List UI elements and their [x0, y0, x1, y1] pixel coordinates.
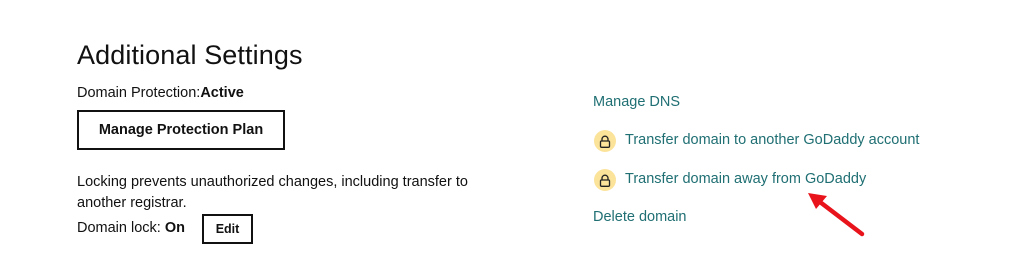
annotation-arrow	[808, 193, 865, 237]
edit-domain-lock-button[interactable]: Edit	[202, 214, 253, 244]
manage-protection-plan-button[interactable]: Manage Protection Plan	[77, 110, 285, 150]
domain-lock-label: Domain lock:	[77, 220, 161, 236]
transfer-to-another-account-link[interactable]: Transfer domain to another GoDaddy accou…	[625, 132, 919, 148]
manage-dns-link[interactable]: Manage DNS	[593, 94, 680, 110]
domain-protection-label: Domain Protection:	[77, 85, 201, 101]
domain-lock-status: Domain lock: On	[77, 220, 185, 236]
delete-domain-link[interactable]: Delete domain	[593, 209, 687, 225]
domain-protection-value: Active	[200, 85, 244, 101]
lock-icon	[594, 130, 616, 152]
domain-lock-description: Locking prevents unauthorized changes, i…	[77, 174, 468, 211]
lock-icon	[594, 169, 616, 191]
domain-protection-status: Domain Protection:Active	[77, 85, 244, 101]
domain-lock-value: On	[164, 220, 185, 236]
transfer-away-link[interactable]: Transfer domain away from GoDaddy	[625, 171, 866, 187]
section-title: Additional Settings	[77, 40, 303, 70]
